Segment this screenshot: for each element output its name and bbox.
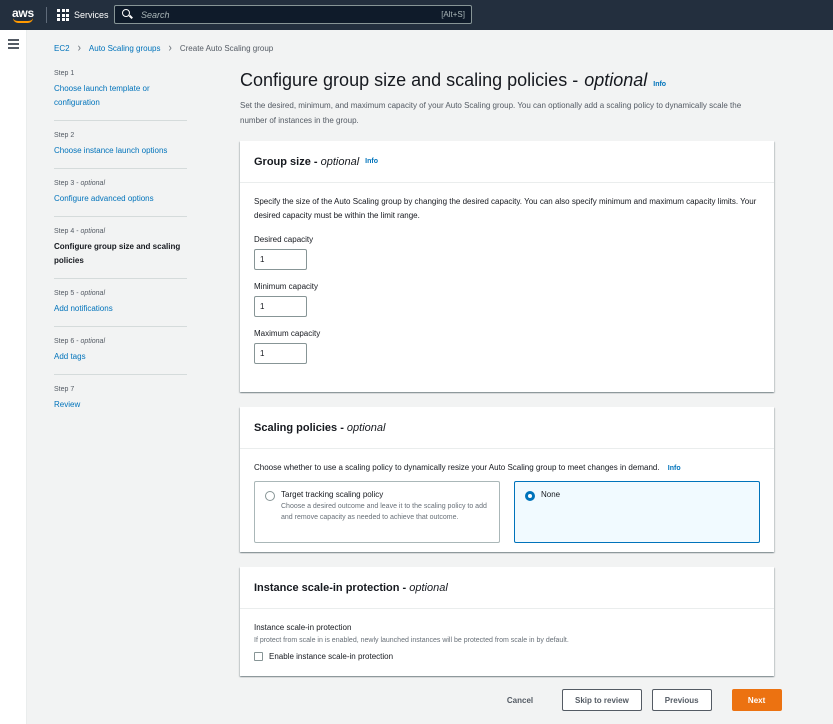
breadcrumb-current: Create Auto Scaling group: [179, 44, 274, 53]
breadcrumb: EC2 › Auto Scaling groups › Create Auto …: [54, 41, 274, 56]
step-1: Step 1 Choose launch template or configu…: [54, 70, 187, 121]
panel-body: Specify the size of the Auto Scaling gro…: [240, 183, 774, 376]
step-4-current: Step 4 - optional Configure group size a…: [54, 228, 187, 279]
menu-icon[interactable]: [8, 39, 19, 49]
scale-in-label: Instance scale-in protection: [254, 623, 352, 632]
minimum-capacity-label: Minimum capacity: [254, 282, 319, 291]
step-number: Step 4 - optional: [54, 228, 106, 235]
search-icon: [121, 8, 135, 22]
panel-header: Group size - optional Info: [240, 141, 774, 183]
panel-body: Choose whether to use a scaling policy t…: [240, 449, 774, 555]
step-5: Step 5 - optional Add notifications: [54, 290, 187, 327]
breadcrumb-ec2[interactable]: EC2: [54, 44, 70, 53]
page-description: Set the desired, minimum, and maximum ca…: [240, 101, 742, 125]
panel-title: Instance scale-in protection - optional: [254, 581, 448, 594]
skip-to-review-button[interactable]: Skip to review: [562, 689, 642, 711]
aws-logo[interactable]: aws: [0, 0, 46, 30]
info-link[interactable]: Info: [653, 81, 666, 88]
panel-title: Group size - optional: [254, 155, 360, 168]
scale-in-checkbox-row[interactable]: Enable instance scale-in protection: [254, 652, 760, 661]
target-tracking-option[interactable]: Target tracking scaling policy Choose a …: [254, 481, 500, 543]
step-link[interactable]: Choose launch template or configuration: [54, 82, 187, 110]
option-label: Target tracking scaling policy: [281, 490, 384, 499]
scaling-policies-panel: Scaling policies - optional Choose wheth…: [240, 407, 774, 552]
search-box[interactable]: [Alt+S]: [114, 5, 472, 24]
option-description: Choose a desired outcome and leave it to…: [281, 503, 487, 521]
scale-in-description: If protect from scale in is enabled, new…: [254, 637, 569, 644]
step-2: Step 2 Choose instance launch options: [54, 132, 187, 169]
radio-button[interactable]: [265, 491, 275, 501]
scale-in-protection-panel: Instance scale-in protection - optional …: [240, 567, 774, 676]
main-content-header: Configure group size and scaling policie…: [240, 70, 774, 128]
desired-capacity-input[interactable]: [254, 249, 307, 270]
grid-icon: [57, 9, 69, 21]
nav-divider: [46, 7, 47, 23]
radio-button-selected[interactable]: [525, 491, 535, 501]
step-number: Step 1: [54, 70, 75, 77]
info-link[interactable]: Info: [365, 158, 378, 165]
services-menu-button[interactable]: Services: [57, 9, 109, 21]
step-current-label: Configure group size and scaling policie…: [54, 242, 181, 265]
top-navigation-bar: aws Services [Alt+S]: [0, 0, 833, 30]
wizard-footer: Cancel Skip to review Previous Next: [500, 689, 782, 711]
step-link[interactable]: Add notifications: [54, 302, 187, 316]
panel-header: Scaling policies - optional: [240, 407, 774, 449]
scaling-policy-radio-group: Target tracking scaling policy Choose a …: [254, 481, 760, 543]
group-size-description: Specify the size of the Auto Scaling gro…: [254, 197, 757, 220]
previous-button[interactable]: Previous: [651, 689, 712, 711]
maximum-capacity-label: Maximum capacity: [254, 329, 321, 338]
maximum-capacity-input[interactable]: [254, 343, 307, 364]
side-navigation-rail: [0, 30, 27, 724]
none-option[interactable]: None: [514, 481, 760, 543]
step-number: Step 2: [54, 132, 75, 139]
breadcrumb-auto-scaling-groups[interactable]: Auto Scaling groups: [89, 44, 161, 53]
next-button[interactable]: Next: [731, 689, 782, 711]
panel-body: Instance scale-in protection If protect …: [240, 609, 774, 673]
info-link[interactable]: Info: [668, 465, 681, 472]
checkbox-label: Enable instance scale-in protection: [269, 652, 394, 661]
step-link[interactable]: Choose instance launch options: [54, 144, 187, 158]
group-size-panel: Group size - optional Info Specify the s…: [240, 141, 774, 392]
panel-header: Instance scale-in protection - optional: [240, 567, 774, 609]
chevron-right-icon: ›: [168, 41, 172, 56]
minimum-capacity-input[interactable]: [254, 296, 307, 317]
step-number: Step 3 - optional: [54, 180, 106, 187]
scale-in-checkbox[interactable]: [254, 652, 263, 661]
aws-logo-text: aws: [11, 5, 35, 20]
panel-title: Scaling policies - optional: [254, 421, 386, 434]
step-3: Step 3 - optional Configure advanced opt…: [54, 180, 187, 217]
wizard-steps: Step 1 Choose launch template or configu…: [54, 70, 187, 433]
step-link[interactable]: Add tags: [54, 350, 187, 364]
step-6: Step 6 - optional Add tags: [54, 338, 187, 375]
step-number: Step 5 - optional: [54, 290, 106, 297]
option-label: None: [541, 490, 561, 499]
aws-smile-icon: [13, 18, 33, 23]
chevron-right-icon: ›: [77, 41, 81, 56]
page-title: Configure group size and scaling policie…: [240, 70, 667, 90]
search-shortcut: [Alt+S]: [441, 10, 465, 19]
search-input[interactable]: [141, 9, 431, 20]
step-link[interactable]: Configure advanced options: [54, 192, 187, 206]
cancel-button[interactable]: Cancel: [500, 689, 540, 711]
step-number: Step 7: [54, 386, 75, 393]
step-link[interactable]: Review: [54, 398, 187, 412]
desired-capacity-label: Desired capacity: [254, 235, 314, 244]
step-7: Step 7 Review: [54, 386, 187, 422]
scaling-policies-description: Choose whether to use a scaling policy t…: [254, 463, 681, 472]
services-label: Services: [74, 10, 109, 20]
step-number: Step 6 - optional: [54, 338, 106, 345]
